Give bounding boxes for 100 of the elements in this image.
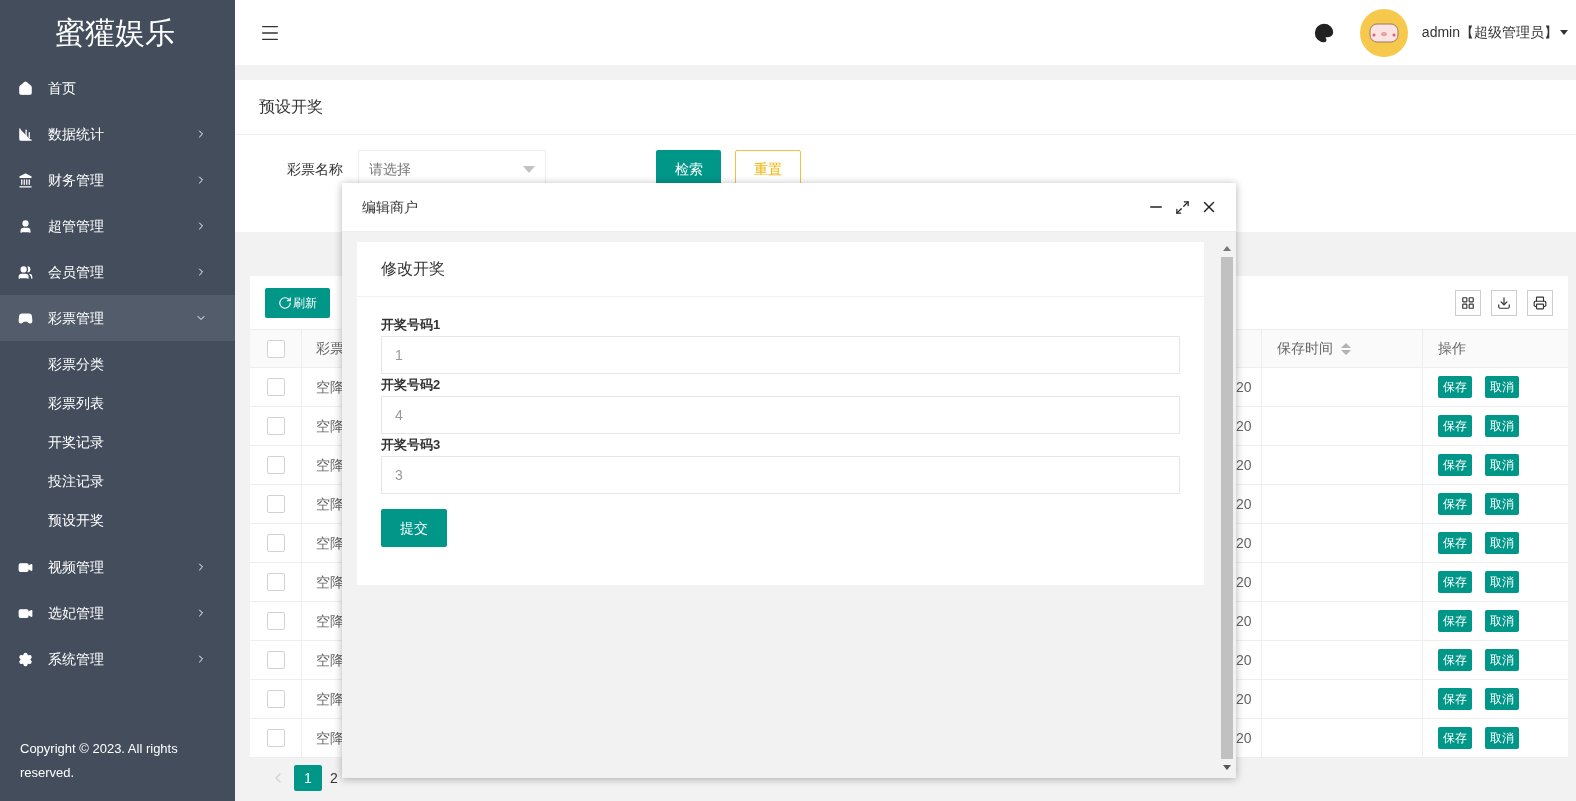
users-icon xyxy=(18,264,33,280)
table-cell-text: 空降 xyxy=(316,650,344,670)
export-toolbar-button[interactable] xyxy=(1491,289,1517,316)
refresh-icon xyxy=(278,295,292,310)
grid-icon xyxy=(1461,295,1475,310)
row-checkbox[interactable] xyxy=(266,417,285,435)
save-button[interactable]: 保存 xyxy=(1438,376,1472,398)
sidebar-item[interactable]: 彩票管理 xyxy=(0,295,235,341)
row-checkbox[interactable] xyxy=(266,573,285,591)
submit-button[interactable]: 提交 xyxy=(381,509,447,547)
table-cell-text: 空降 xyxy=(316,416,344,436)
table-cell-text: 空降 xyxy=(316,728,344,748)
refresh-button[interactable]: 刷新 xyxy=(265,287,330,318)
home-icon xyxy=(18,80,33,96)
row-checkbox[interactable] xyxy=(266,378,285,396)
save-button[interactable]: 保存 xyxy=(1438,610,1472,632)
cancel-button[interactable]: 取消 xyxy=(1485,571,1519,593)
page-title: 预设开奖 xyxy=(259,97,323,117)
field-label: 开奖号码2 xyxy=(381,376,442,394)
printer-icon xyxy=(1533,295,1547,310)
gear-icon xyxy=(18,651,33,667)
cancel-button[interactable]: 取消 xyxy=(1485,376,1519,398)
table-cell-text: 20 xyxy=(1236,455,1252,475)
save-button[interactable]: 保存 xyxy=(1438,454,1472,476)
table-cell-text: 空降 xyxy=(316,533,344,553)
download-icon xyxy=(1497,295,1511,310)
copyright-text: Copyright © 2023. All rights reserved. xyxy=(19,740,179,782)
scroll-down-icon[interactable] xyxy=(1223,765,1231,770)
sidebar-item[interactable]: 系统管理 xyxy=(0,636,235,682)
print-toolbar-button[interactable] xyxy=(1527,289,1553,316)
avatar[interactable] xyxy=(1359,8,1408,57)
number-input[interactable]: 1 xyxy=(381,336,1180,374)
table-cell-text: 20 xyxy=(1236,416,1252,436)
sidebar-item[interactable]: 数据统计 xyxy=(0,111,235,157)
table-cell-text: 空降 xyxy=(316,689,344,709)
cancel-button[interactable]: 取消 xyxy=(1485,454,1519,476)
cancel-button[interactable]: 取消 xyxy=(1485,415,1519,437)
save-button[interactable]: 保存 xyxy=(1438,688,1472,710)
table-cell-text: 20 xyxy=(1236,611,1252,631)
save-button[interactable]: 保存 xyxy=(1438,649,1472,671)
table-cell-text: 20 xyxy=(1236,533,1252,553)
cancel-button[interactable]: 取消 xyxy=(1485,727,1519,749)
sidebar-item[interactable]: 会员管理 xyxy=(0,249,235,295)
column-header: 彩票 xyxy=(316,339,344,358)
sidebar-item[interactable]: 选妃管理 xyxy=(0,590,235,636)
row-checkbox[interactable] xyxy=(266,495,285,513)
cancel-button[interactable]: 取消 xyxy=(1485,649,1519,671)
scrollbar-thumb[interactable] xyxy=(1221,257,1233,759)
user-icon xyxy=(18,218,33,234)
sidebar-item[interactable]: 超管管理 xyxy=(0,203,235,249)
sidebar-item[interactable]: 首页 xyxy=(0,65,235,111)
save-button[interactable]: 保存 xyxy=(1438,532,1472,554)
maximize-icon[interactable] xyxy=(1175,199,1190,215)
field-label: 彩票名称 xyxy=(287,160,343,179)
table-cell-text: 空降 xyxy=(316,455,344,475)
submenu-item[interactable]: 彩票分类 xyxy=(0,345,235,384)
table-cell-text: 空降 xyxy=(316,572,344,592)
cancel-button[interactable]: 取消 xyxy=(1485,688,1519,710)
row-checkbox[interactable] xyxy=(266,651,285,669)
caret-icon xyxy=(1560,30,1568,35)
sort-icon[interactable] xyxy=(1341,342,1351,355)
page-button[interactable]: 1 xyxy=(294,765,322,791)
number-input[interactable]: 4 xyxy=(381,396,1180,434)
save-button[interactable]: 保存 xyxy=(1438,571,1472,593)
save-button[interactable]: 保存 xyxy=(1438,415,1472,437)
submenu-item[interactable]: 开奖记录 xyxy=(0,423,235,462)
field-label: 开奖号码3 xyxy=(381,436,442,454)
columns-toolbar-button[interactable] xyxy=(1455,289,1481,316)
table-cell-text: 20 xyxy=(1236,650,1252,670)
table-cell-text: 空降 xyxy=(316,494,344,514)
scroll-up-icon[interactable] xyxy=(1223,246,1231,251)
table-cell-text: 20 xyxy=(1236,377,1252,397)
number-input[interactable]: 3 xyxy=(381,456,1180,494)
table-cell-text: 20 xyxy=(1236,728,1252,748)
table-cell-text: 20 xyxy=(1236,689,1252,709)
row-checkbox[interactable] xyxy=(266,729,285,747)
table-cell-text: 20 xyxy=(1236,494,1252,514)
select-all-checkbox[interactable] xyxy=(266,339,285,358)
cancel-button[interactable]: 取消 xyxy=(1485,610,1519,632)
save-button[interactable]: 保存 xyxy=(1438,493,1472,515)
table-cell-text: 20 xyxy=(1236,572,1252,592)
field-label: 开奖号码1 xyxy=(381,316,442,334)
submenu-item[interactable]: 投注记录 xyxy=(0,462,235,501)
column-header[interactable]: 保存时间 xyxy=(1277,338,1333,359)
row-checkbox[interactable] xyxy=(266,456,285,474)
page-button[interactable]: 2 xyxy=(330,767,338,789)
cancel-button[interactable]: 取消 xyxy=(1485,532,1519,554)
sidebar-item[interactable]: 财务管理 xyxy=(0,157,235,203)
save-button[interactable]: 保存 xyxy=(1438,727,1472,749)
sidebar-item[interactable]: 视频管理 xyxy=(0,544,235,590)
row-checkbox[interactable] xyxy=(266,612,285,630)
cancel-button[interactable]: 取消 xyxy=(1485,493,1519,515)
logo-text: 蜜獾娱乐 xyxy=(55,17,175,48)
submenu-item[interactable]: 预设开奖 xyxy=(0,501,235,540)
column-header: 操作 xyxy=(1438,339,1466,358)
row-checkbox[interactable] xyxy=(266,534,285,552)
bank-icon xyxy=(18,172,33,188)
row-checkbox[interactable] xyxy=(266,690,285,708)
submenu-item[interactable]: 彩票列表 xyxy=(0,384,235,423)
user-name[interactable]: admin【超级管理员】 xyxy=(1421,22,1558,43)
